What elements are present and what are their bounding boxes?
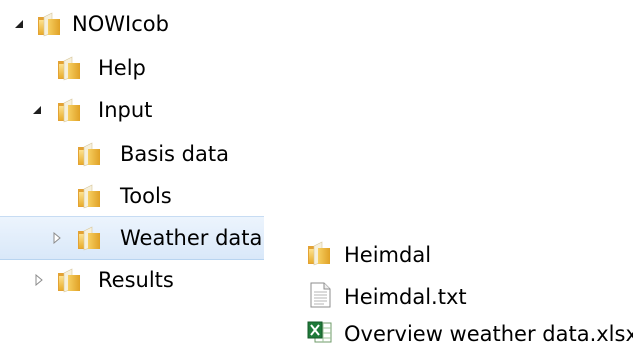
expanded-arrow-icon[interactable] — [12, 17, 26, 31]
collapsed-arrow-icon[interactable] — [50, 231, 64, 245]
file-item-heimdal[interactable]: Heimdal — [306, 238, 431, 272]
file-item-heimdal-txt[interactable]: Heimdal.txt — [306, 280, 467, 314]
text-file-icon — [306, 281, 334, 313]
folder-icon — [56, 97, 82, 127]
tree-item-label: Weather data — [120, 226, 263, 250]
collapsed-arrow-icon[interactable] — [32, 273, 46, 287]
folder-icon — [76, 225, 102, 255]
folder-icon — [56, 267, 82, 297]
folder-icon — [306, 240, 332, 270]
file-item-overview-weather-data-xlsx[interactable]: Overview weather data.xlsx — [306, 317, 633, 351]
folder-icon — [36, 11, 62, 41]
file-item-label: Heimdal — [344, 242, 432, 267]
expanded-arrow-icon[interactable] — [30, 103, 44, 117]
tree-item-label: Tools — [120, 184, 172, 208]
file-item-label: Heimdal.txt — [344, 284, 467, 309]
tree-item-label: Help — [98, 56, 146, 80]
tree-item-label: NOWIcob — [72, 12, 169, 36]
file-item-label: Overview weather data.xlsx — [344, 321, 633, 346]
folder-icon — [76, 183, 102, 213]
folder-icon — [76, 141, 102, 171]
tree-item-label: Results — [98, 268, 174, 292]
tree-item-label: Basis data — [120, 142, 229, 166]
tree-item-label: Input — [98, 98, 153, 122]
excel-file-icon — [306, 318, 334, 350]
folder-icon — [56, 55, 82, 85]
